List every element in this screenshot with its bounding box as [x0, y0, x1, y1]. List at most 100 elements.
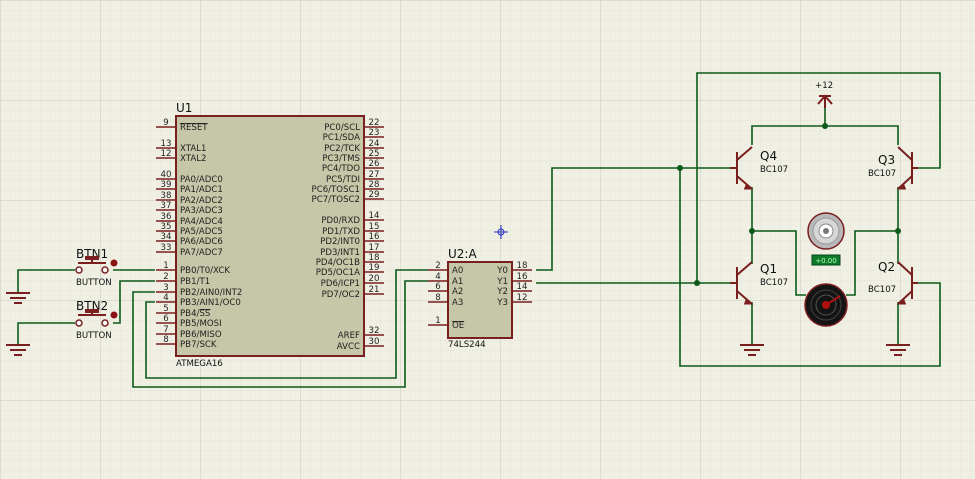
u1-pin-name: RESET — [180, 123, 208, 133]
u1-pin-name: PC7/TOSC2 — [312, 195, 360, 205]
u2-pin-number: 14 — [517, 282, 528, 292]
u2-pin-name: A0 — [452, 266, 463, 276]
u1-pin-number: 18 — [369, 253, 380, 263]
u1-pin-name: XTAL1 — [180, 144, 206, 154]
btn2-part-label: BUTTON — [76, 331, 112, 341]
u2-pin-name: Y3 — [496, 298, 508, 308]
q1-part-label: BC107 — [760, 278, 788, 288]
q2-ref-label: Q2 — [878, 260, 895, 274]
motor-speed-readout: +0.00 — [815, 257, 836, 265]
u1-pin-name: PC2/TCK — [324, 144, 360, 154]
u1-pin-name: PC3/TMS — [322, 154, 360, 164]
u2-pin-number: 18 — [517, 261, 528, 271]
q4-ref-label: Q4 — [760, 149, 777, 163]
u1-pin-name: PC0/SCL — [324, 123, 360, 133]
u1-pin-number: 13 — [161, 139, 172, 149]
u1-pin-name: PB1/T1 — [180, 277, 210, 287]
u1-pin-name: PD1/TXD — [322, 227, 360, 237]
u1-pin-number: 40 — [161, 170, 172, 180]
u1-pin-number: 33 — [161, 243, 172, 253]
u1-pin-name: PA1/ADC1 — [180, 185, 223, 195]
u1-pin-number: 19 — [369, 263, 380, 273]
u2-pin-number: 2 — [435, 261, 440, 271]
u2-pin-name: A2 — [452, 287, 463, 297]
u1-part-label: ATMEGA16 — [176, 359, 223, 369]
u1-pin-name: XTAL2 — [180, 154, 206, 164]
u1-pin-name: PA2/ADC2 — [180, 196, 223, 206]
u1-microcontroller[interactable]: U1 ATMEGA16 9 RESET13 XTAL112 XTAL240 PA0/AD… — [156, 101, 384, 369]
u1-pin-name: PA7/ADC7 — [180, 248, 223, 258]
u1-pin-number: 24 — [369, 139, 380, 149]
u1-pin-number: 30 — [369, 337, 380, 347]
u1-pin-number: 29 — [369, 190, 380, 200]
u1-pin-number: 6 — [163, 314, 168, 324]
u1-pin-number: 25 — [369, 149, 380, 159]
u2-ref-label: U2:A — [448, 247, 477, 261]
u1-pin-name: AREF — [338, 331, 360, 341]
q2-part-label: BC107 — [868, 285, 896, 295]
u1-pin-number: 23 — [369, 128, 380, 138]
power-label: +12 — [815, 81, 833, 91]
u1-pin-number: 35 — [161, 222, 172, 232]
schematic-canvas[interactable]: U1 ATMEGA16 9 RESET13 XTAL112 XTAL240 PA0/AD… — [0, 0, 975, 479]
u2-pin-name: Y0 — [496, 266, 508, 276]
u2-pin-number: 1 — [435, 316, 440, 326]
u2-pin-name: A1 — [452, 277, 463, 287]
u1-pin-number: 2 — [163, 272, 168, 282]
u1-pin-name: PA5/ADC5 — [180, 227, 223, 237]
u1-pin-number: 34 — [161, 232, 172, 242]
u1-pin-number: 37 — [161, 201, 172, 211]
u1-pin-name: PB5/MOSI — [180, 319, 222, 329]
u1-pin-number: 27 — [369, 170, 380, 180]
u1-pin-name: PB4/SS — [180, 309, 210, 319]
u1-pin-number: 28 — [369, 180, 380, 190]
u1-pin-name: PD0/RXD — [321, 216, 360, 226]
u1-pin-number: 12 — [161, 149, 172, 159]
u1-pin-number: 39 — [161, 180, 172, 190]
u1-pin-name: PC6/TOSC1 — [312, 185, 360, 195]
u2-pin-name: OE — [452, 321, 464, 331]
u2-pin-name: Y2 — [496, 287, 508, 297]
u2-pin-number: 16 — [517, 272, 528, 282]
u1-pin-number: 3 — [163, 283, 168, 293]
u1-pin-name: PA3/ADC3 — [180, 206, 223, 216]
q4-part-label: BC107 — [760, 165, 788, 175]
u1-pin-name: PD6/ICP1 — [321, 279, 360, 289]
u1-pin-name: PD2/INT0 — [320, 237, 360, 247]
u1-pin-name: PD7/OC2 — [322, 290, 360, 300]
u1-pin-number: 9 — [163, 118, 168, 128]
u2-part-label: 74LS244 — [448, 340, 486, 350]
u1-pin-number: 5 — [163, 304, 168, 314]
u1-pin-number: 20 — [369, 274, 380, 284]
u1-ref-label: U1 — [176, 101, 192, 115]
u1-pin-name: PD3/INT1 — [320, 248, 360, 258]
u2-pin-number: 12 — [517, 293, 528, 303]
u1-pin-name: PC1/SDA — [323, 133, 360, 143]
u1-pin-name: PB7/SCK — [180, 340, 217, 350]
u1-pin-number: 8 — [163, 335, 168, 345]
q3-ref-label: Q3 — [878, 153, 895, 167]
u1-pin-number: 32 — [369, 326, 380, 336]
u2-pin-name: Y1 — [496, 277, 508, 287]
u1-pin-name: PB6/MISO — [180, 330, 222, 340]
u1-pin-number: 16 — [369, 232, 380, 242]
u1-pin-name: AVCC — [337, 342, 360, 352]
u1-pin-name: PA6/ADC6 — [180, 237, 223, 247]
u2-pin-number: 4 — [435, 272, 440, 282]
u1-pin-name: PB3/AIN1/OC0 — [180, 298, 241, 308]
u1-pin-number: 36 — [161, 212, 172, 222]
u1-pin-number: 22 — [369, 118, 380, 128]
u1-pin-name: PC4/TDO — [322, 164, 360, 174]
u1-pin-number: 15 — [369, 222, 380, 232]
q3-part-label: BC107 — [868, 169, 896, 179]
u2-pin-number: 6 — [435, 282, 440, 292]
u1-pin-number: 14 — [369, 211, 380, 221]
u1-pin-number: 7 — [163, 325, 168, 335]
q1-ref-label: Q1 — [760, 262, 777, 276]
u1-pin-name: PA0/ADC0 — [180, 175, 223, 185]
u1-pin-number: 38 — [161, 191, 172, 201]
u2-pin-number: 8 — [435, 293, 440, 303]
u1-pin-name: PC5/TDI — [326, 175, 360, 185]
u1-pin-name: PD5/OC1A — [316, 268, 360, 278]
u1-pin-number: 1 — [163, 261, 168, 271]
